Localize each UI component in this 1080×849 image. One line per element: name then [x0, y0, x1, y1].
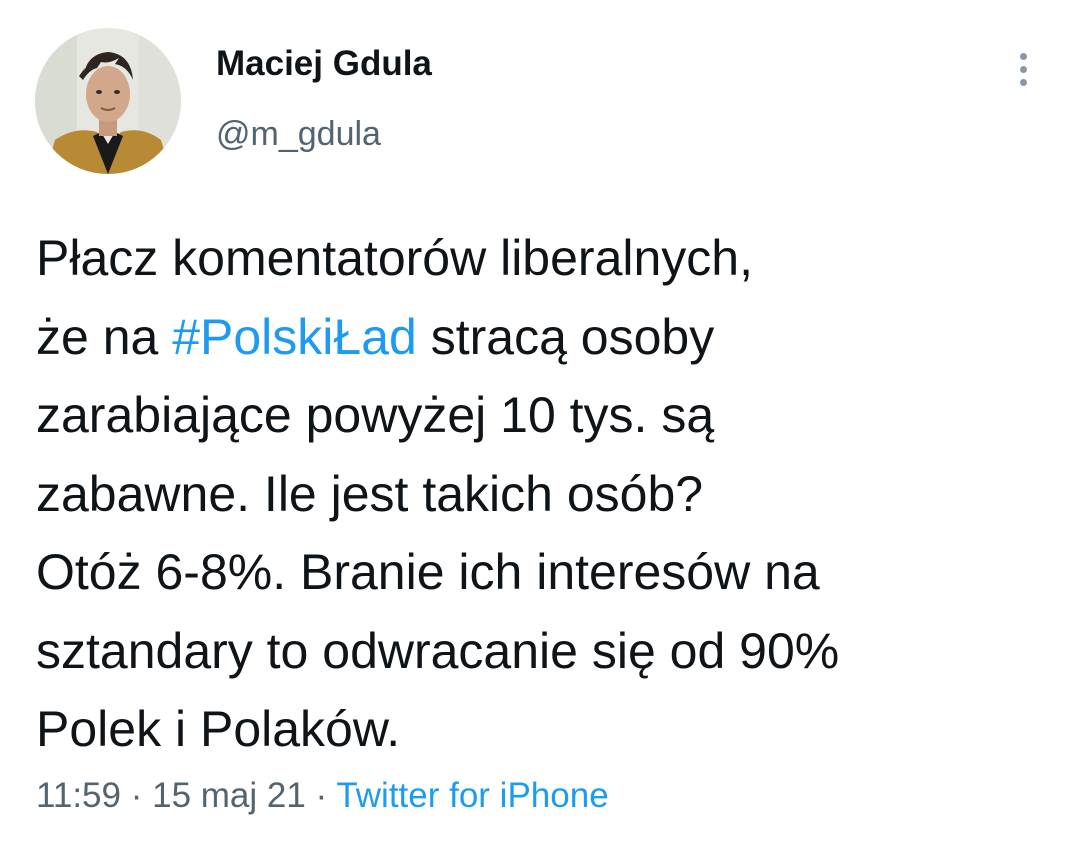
tweet-text-line: zabawne. Ile jest takich osób? — [36, 465, 704, 522]
author-handle[interactable]: @m_gdula — [216, 115, 381, 154]
tweet-text-line: Płacz komentatorów liberalnych, — [36, 230, 753, 286]
tweet-text-line: sztandary to odwracanie się od 90% — [36, 622, 840, 679]
tweet-text-line: zarabiające powyżej 10 tys. są — [36, 387, 715, 443]
tweet-text-line: Polek i Polaków. — [36, 701, 401, 757]
tweet-date[interactable]: 15 maj 21 — [152, 776, 306, 815]
tweet-time[interactable]: 11:59 — [36, 776, 121, 815]
tweet-text: Płacz komentatorów liberalnych, że na #P… — [36, 219, 1046, 769]
tweet-metadata: 11:59 · 15 maj 21 · Twitter for iPhone — [36, 776, 609, 816]
tweet-card: Maciej Gdula @m_gdula Płacz komentatorów… — [0, 0, 1080, 849]
meta-separator: · — [121, 776, 153, 815]
author-display-name[interactable]: Maciej Gdula — [216, 44, 432, 84]
more-options-button[interactable] — [1006, 48, 1042, 92]
tweet-source-link[interactable]: Twitter for iPhone — [336, 776, 608, 815]
profile-photo-image — [35, 28, 181, 174]
avatar[interactable] — [35, 28, 181, 174]
tweet-text-line: że na #PolskiŁad stracą osoby — [36, 308, 715, 365]
tweet-text-line: Otóż 6-8%. Branie ich interesów na — [36, 544, 820, 600]
meta-separator: · — [305, 776, 337, 815]
hashtag-link[interactable]: #PolskiŁad — [172, 309, 417, 365]
